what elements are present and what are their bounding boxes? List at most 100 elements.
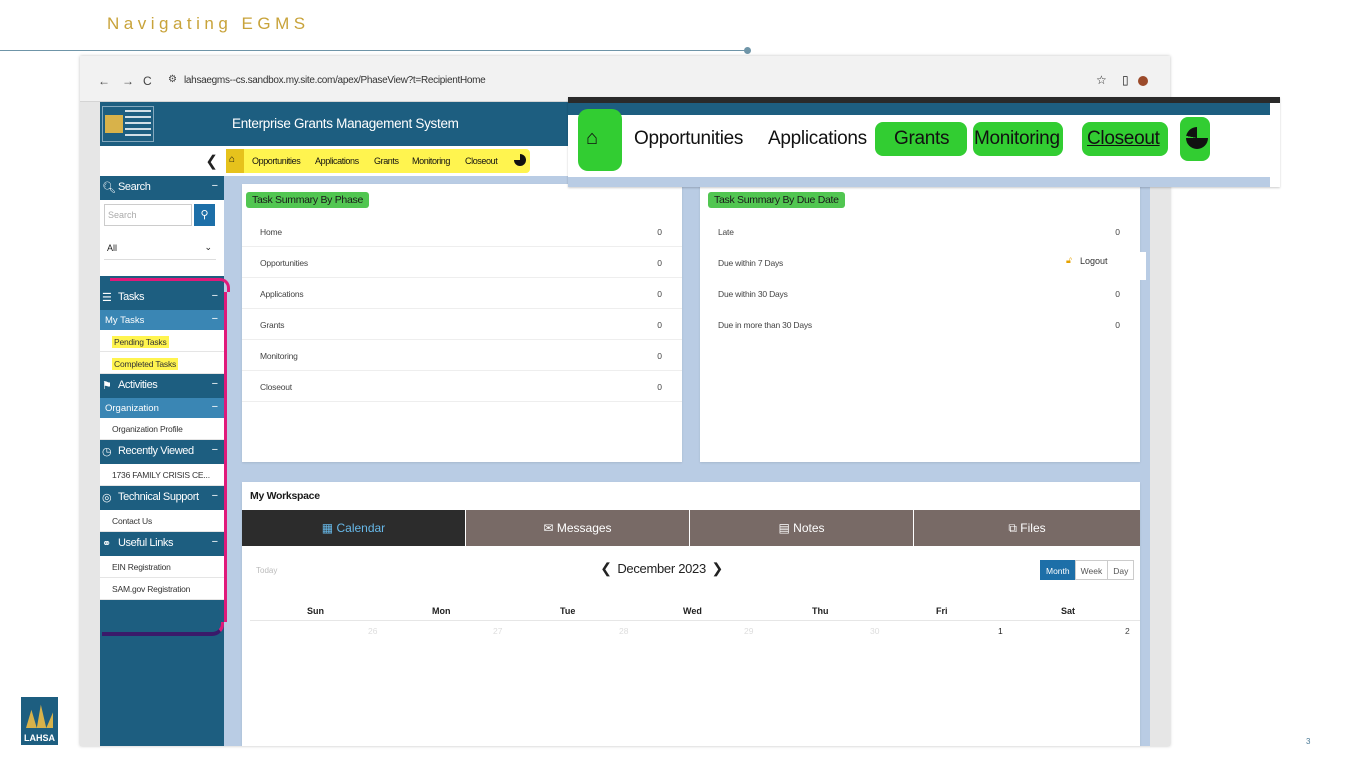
sidebar-subsection-my-tasks[interactable]: My Tasks − (100, 310, 224, 330)
sidebar-subsection-organization[interactable]: Organization − (100, 398, 224, 418)
row-count: 0 (1115, 289, 1120, 299)
bookmark-star-icon[interactable]: ☆ (1096, 73, 1107, 87)
green-highlight (578, 109, 622, 171)
tab-label: Notes (793, 521, 825, 535)
phase-row[interactable]: Monitoring 0 (242, 340, 682, 371)
collapse-minus-icon[interactable]: − (212, 536, 218, 548)
nav-grants[interactable]: Grants (374, 156, 399, 166)
view-month-button[interactable]: Month (1040, 560, 1076, 580)
nav-closeout[interactable]: Closeout (465, 156, 498, 166)
due-row[interactable]: Late 0 (700, 216, 1140, 247)
prev-month-icon[interactable]: ❮ (598, 560, 614, 577)
zoom-nav-applications[interactable]: Applications (768, 128, 867, 150)
collapse-minus-icon[interactable]: − (212, 378, 218, 390)
calendar-icon: ▦ (321, 521, 334, 535)
link-icon: ⚭ (102, 538, 112, 550)
row-label: Due in more than 30 Days (718, 320, 812, 330)
calendar-day[interactable]: 29 (744, 626, 753, 636)
task-summary-by-due-date-card: Task Summary By Due Date Late 0 Due withi… (700, 184, 1140, 462)
zoom-nav-monitoring[interactable]: Monitoring (974, 128, 1060, 150)
nav-monitoring[interactable]: Monitoring (412, 156, 450, 166)
search-button[interactable]: ⚲ (194, 204, 215, 226)
collapse-minus-icon[interactable]: − (212, 490, 218, 502)
home-icon[interactable]: ⌂ (586, 127, 598, 150)
row-count: 0 (657, 351, 662, 361)
weekday-header: Wed (683, 606, 702, 616)
item-label: Pending Tasks (112, 336, 169, 348)
tab-notes[interactable]: ▤ Notes (690, 510, 914, 546)
phase-row[interactable]: Applications 0 (242, 278, 682, 309)
sidebar-item-ein-registration[interactable]: EIN Registration (100, 556, 224, 578)
tab-label: Files (1020, 521, 1046, 535)
calendar-day[interactable]: 26 (368, 626, 377, 636)
view-week-button[interactable]: Week (1074, 560, 1109, 580)
item-label: Organization Profile (112, 424, 183, 434)
sidebar-section-search[interactable]: 🔍︎ Search − (100, 176, 224, 200)
section-label: Tasks (118, 291, 145, 303)
reload-icon[interactable]: C (143, 74, 152, 88)
sidebar-item-contact-us[interactable]: Contact Us (100, 510, 224, 532)
row-label: Home (260, 227, 282, 237)
tab-calendar[interactable]: ▦ Calendar (242, 510, 466, 546)
sidebar-item-organization-profile[interactable]: Organization Profile (100, 418, 224, 440)
collapse-minus-icon[interactable]: − (212, 444, 218, 456)
sidebar-item-recent-record[interactable]: 1736 FAMILY CRISIS CE... (100, 464, 224, 486)
calendar-day[interactable]: 1 (998, 626, 1003, 636)
title-rule (0, 50, 748, 51)
calendar-day[interactable]: 2 (1125, 626, 1130, 636)
calendar-day[interactable]: 28 (619, 626, 628, 636)
collapse-minus-icon[interactable]: − (212, 401, 218, 413)
tab-messages[interactable]: ✉ Messages (466, 510, 690, 546)
sidebar-section-useful-links[interactable]: ⚭ Useful Links − (100, 532, 224, 556)
site-settings-icon[interactable]: ⚙ (168, 74, 177, 85)
view-day-button[interactable]: Day (1107, 560, 1135, 580)
calendar-day[interactable]: 30 (870, 626, 879, 636)
due-row[interactable]: Due in more than 30 Days 0 (700, 309, 1140, 340)
today-button[interactable]: Today (256, 566, 277, 575)
sidebar-item-completed-tasks[interactable]: Completed Tasks (100, 352, 224, 374)
slide: Navigating EGMS ← → C ⚙ lahsaegms--cs.sa… (0, 0, 1366, 768)
collapse-minus-icon[interactable]: − (212, 180, 218, 192)
zoom-frame-bottom (568, 177, 1270, 187)
sidebar-section-recently-viewed[interactable]: ◷ Recently Viewed − (100, 440, 224, 464)
address-bar[interactable]: lahsaegms--cs.sandbox.my.site.com/apex/P… (184, 75, 486, 86)
row-label: Opportunities (260, 258, 308, 268)
back-icon[interactable]: ← (98, 74, 110, 88)
phase-row[interactable]: Opportunities 0 (242, 247, 682, 278)
envelope-icon: ✉ (543, 521, 554, 535)
collapse-minus-icon[interactable]: − (212, 313, 218, 325)
weekday-header: Thu (812, 606, 829, 616)
nav-applications[interactable]: Applications (315, 156, 359, 166)
tab-files[interactable]: ⧉ Files (914, 510, 1140, 546)
chevron-down-icon: ⌄ (204, 242, 212, 252)
zoom-nav-grants[interactable]: Grants (894, 128, 950, 150)
search-input[interactable]: Search (104, 204, 192, 226)
phase-row[interactable]: Closeout 0 (242, 371, 682, 402)
sidebar-item-sam-registration[interactable]: SAM.gov Registration (100, 578, 224, 600)
row-label: Monitoring (260, 351, 298, 361)
search-icon: 🔍︎ (102, 182, 116, 194)
sidebar-section-activities[interactable]: ⚑ Activities − (100, 374, 224, 398)
calendar-day[interactable]: 27 (493, 626, 502, 636)
due-row[interactable]: Due within 30 Days 0 (700, 278, 1140, 309)
app-sidebar: ❮ 🔍︎ Search − Search ⚲ All ⌄ ☰ Tasks − M… (100, 146, 224, 746)
weekday-header: Mon (432, 606, 451, 616)
title-rule-dot (744, 47, 751, 54)
zoom-nav-closeout[interactable]: Closeout (1087, 128, 1160, 150)
sidebar-icon[interactable]: ▯ (1122, 73, 1129, 87)
phase-row[interactable]: Grants 0 (242, 309, 682, 340)
home-icon[interactable]: ⌂ (229, 154, 235, 165)
search-filter-select[interactable]: All ⌄ (104, 238, 216, 260)
profile-avatar[interactable] (1138, 75, 1148, 86)
forward-icon[interactable]: → (122, 74, 134, 88)
collapse-sidebar-icon[interactable]: ❮ (205, 152, 218, 170)
sidebar-item-pending-tasks[interactable]: Pending Tasks (100, 330, 224, 352)
phase-row[interactable]: Home 0 (242, 216, 682, 247)
nav-opportunities[interactable]: Opportunities (252, 156, 301, 166)
reports-pie-chart-icon[interactable] (514, 154, 526, 166)
sidebar-section-technical-support[interactable]: ◎ Technical Support − (100, 486, 224, 510)
zoom-nav-opportunities[interactable]: Opportunities (634, 128, 743, 150)
reports-pie-chart-icon[interactable] (1186, 125, 1210, 149)
next-month-icon[interactable]: ❯ (709, 560, 725, 577)
logout-link[interactable]: Logout (1080, 256, 1108, 266)
